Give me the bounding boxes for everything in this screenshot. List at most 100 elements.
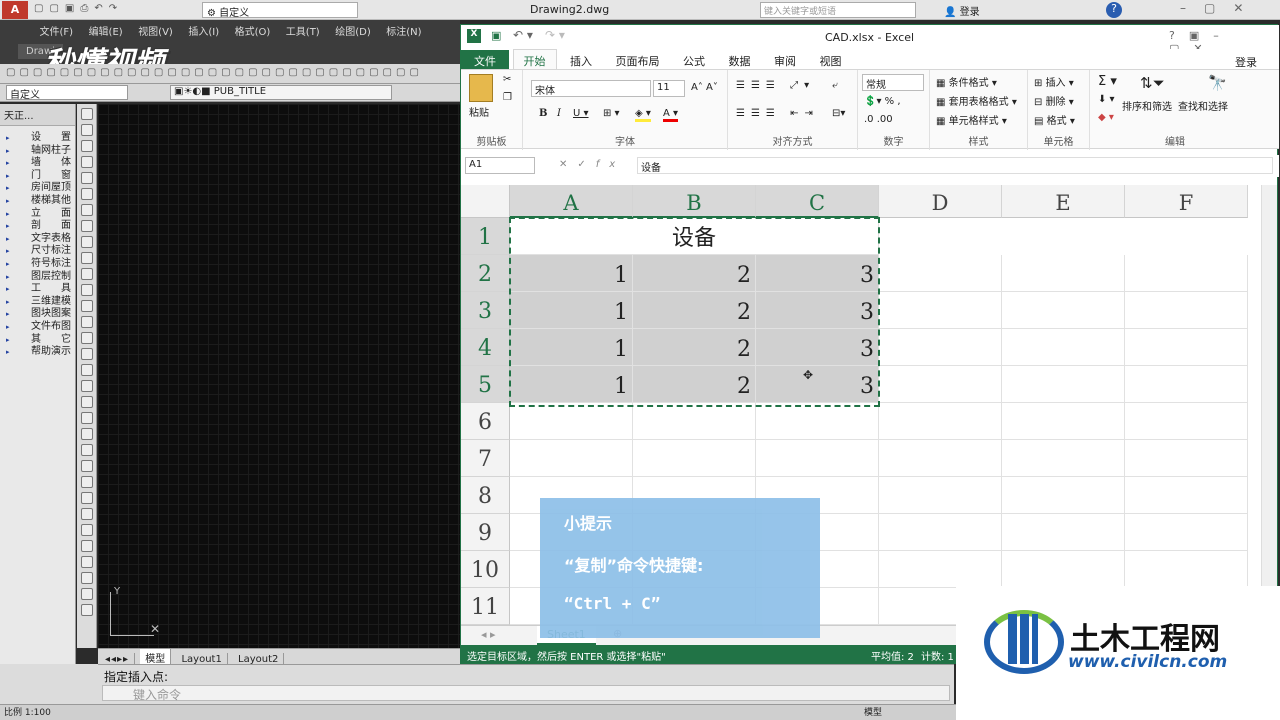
merge-icon[interactable]: ⊟▾	[832, 108, 845, 119]
autosum-icon[interactable]: Σ ▾	[1098, 74, 1117, 89]
draw-tool-icon[interactable]	[80, 284, 93, 296]
font-size-select[interactable]: 11	[653, 80, 685, 97]
status-scale[interactable]: 比例 1:100	[4, 708, 51, 718]
column-header[interactable]: F	[1125, 185, 1248, 218]
column-header[interactable]: C	[756, 185, 879, 218]
table-cell[interactable]	[1125, 366, 1248, 403]
table-cell[interactable]	[1125, 292, 1248, 329]
draw-tool-icon[interactable]	[80, 332, 93, 344]
table-cell[interactable]	[879, 403, 1002, 440]
panel-item[interactable]: 尺寸标注	[0, 245, 75, 258]
table-cell[interactable]	[633, 403, 756, 440]
panel-item[interactable]: 剖 面	[0, 220, 75, 233]
draw-toolbar[interactable]	[77, 104, 97, 648]
fill-icon[interactable]: ⬇ ▾	[1098, 94, 1115, 105]
table-cell[interactable]	[1125, 255, 1248, 292]
panel-item[interactable]: 工 具	[0, 283, 75, 296]
table-cell[interactable]	[1002, 292, 1125, 329]
vertical-scrollbar[interactable]	[1261, 185, 1277, 625]
wrap-text-icon[interactable]: ⤶	[832, 80, 838, 91]
table-cell[interactable]	[879, 366, 1002, 403]
table-cell[interactable]	[1002, 477, 1125, 514]
decimal-icons[interactable]: .0 .00	[864, 114, 893, 125]
drawing-canvas[interactable]: Y ✕	[98, 104, 460, 648]
panel-item[interactable]: 文字表格	[0, 233, 75, 246]
draw-tool-icon[interactable]	[80, 604, 93, 616]
font-name-select[interactable]: 宋体	[531, 80, 651, 97]
table-cell[interactable]	[1125, 477, 1248, 514]
draw-tool-icon[interactable]	[80, 572, 93, 584]
table-cell[interactable]	[1125, 440, 1248, 477]
toolbar-icons[interactable]: ▢▢▢▢▢▢▢▢▢▢▢▢▢▢▢▢▢▢▢▢▢▢▢▢▢▢▢▢▢▢▢	[6, 67, 423, 78]
draw-tool-icon[interactable]	[80, 508, 93, 520]
paste-button[interactable]: 粘贴	[469, 104, 489, 119]
draw-tool-icon[interactable]	[80, 412, 93, 424]
draw-tool-icon[interactable]	[80, 124, 93, 136]
table-cell[interactable]	[879, 440, 1002, 477]
draw-tool-icon[interactable]	[80, 220, 93, 232]
formula-buttons[interactable]: ✕✓fx	[559, 159, 625, 170]
formula-input[interactable]: 设备	[637, 157, 1273, 174]
paste-icon[interactable]	[469, 74, 493, 102]
delete-cells-button[interactable]: ⊟ 删除 ▾	[1034, 93, 1074, 108]
bold-button[interactable]: B	[539, 108, 547, 119]
row-header[interactable]: 10	[461, 551, 510, 588]
sheet-nav-arrows[interactable]: ◂ ▸	[481, 628, 496, 641]
table-cell[interactable]	[1002, 551, 1125, 588]
insert-cells-button[interactable]: ⊞ 插入 ▾	[1034, 74, 1074, 89]
table-cell[interactable]	[1125, 514, 1248, 551]
draw-tool-icon[interactable]	[80, 204, 93, 216]
draw-tool-icon[interactable]	[80, 492, 93, 504]
table-cell[interactable]	[1002, 329, 1125, 366]
menu-insert[interactable]: 插入(I)	[182, 20, 225, 41]
align-icons[interactable]: ☰☰☰ ⇤⇥	[736, 108, 819, 119]
column-header[interactable]: B	[633, 185, 756, 218]
cut-icon[interactable]: ✂	[503, 74, 511, 85]
panel-item[interactable]: 图层控制	[0, 271, 75, 284]
find-icon[interactable]: 🔭	[1208, 74, 1227, 92]
table-cell[interactable]	[510, 403, 633, 440]
draw-tool-icon[interactable]	[80, 588, 93, 600]
top-align-icons[interactable]: ☰☰☰ ⤢▾	[736, 80, 815, 91]
panel-item[interactable]: 房间屋顶	[0, 182, 75, 195]
draw-tool-icon[interactable]	[80, 108, 93, 120]
font-grow-icon[interactable]: A˄ A˅	[691, 82, 718, 93]
table-cell[interactable]	[510, 440, 633, 477]
draw-tool-icon[interactable]	[80, 156, 93, 168]
save-icon[interactable]: ▣	[491, 29, 501, 42]
underline-button[interactable]: U ▾	[573, 108, 589, 119]
fill-color-icon[interactable]: ◈ ▾	[635, 108, 651, 122]
row-header[interactable]: 5	[461, 366, 510, 403]
clear-icon[interactable]: ◆ ▾	[1098, 112, 1114, 123]
panel-item[interactable]: 门 窗	[0, 170, 75, 183]
number-format-select[interactable]: 常规	[862, 74, 924, 91]
conditional-format-button[interactable]: ▦ 条件格式 ▾	[936, 74, 997, 89]
row-header[interactable]: 8	[461, 477, 510, 514]
border-icon[interactable]: ⊞ ▾	[603, 108, 620, 119]
draw-tool-icon[interactable]	[80, 460, 93, 472]
table-cell[interactable]	[879, 551, 1002, 588]
draw-tool-icon[interactable]	[80, 396, 93, 408]
italic-button[interactable]: I	[557, 108, 561, 119]
row-header[interactable]: 9	[461, 514, 510, 551]
sort-filter-icon[interactable]: ⇅⏷	[1140, 74, 1165, 92]
row-header[interactable]: 11	[461, 588, 510, 625]
panel-item[interactable]: 设 置	[0, 132, 75, 145]
menu-dimension[interactable]: 标注(N)	[380, 20, 427, 41]
draw-tool-icon[interactable]	[80, 556, 93, 568]
table-cell[interactable]	[879, 514, 1002, 551]
draw-tool-icon[interactable]	[80, 300, 93, 312]
draw-tool-icon[interactable]	[80, 140, 93, 152]
panel-item[interactable]: 楼梯其他	[0, 195, 75, 208]
cad-login[interactable]: 👤 登录	[944, 3, 980, 18]
cell-styles-button[interactable]: ▦ 单元格样式 ▾	[936, 112, 1007, 127]
percent-icons[interactable]: 💲▾ % ,	[864, 96, 901, 107]
draw-tool-icon[interactable]	[80, 476, 93, 488]
table-cell[interactable]	[1002, 255, 1125, 292]
workspace-select[interactable]: ⚙ 自定义	[202, 2, 358, 19]
table-cell[interactable]	[1125, 329, 1248, 366]
row-header[interactable]: 4	[461, 329, 510, 366]
table-cell[interactable]	[756, 440, 879, 477]
table-cell[interactable]	[1002, 403, 1125, 440]
font-color-icon[interactable]: A ▾	[663, 108, 679, 122]
